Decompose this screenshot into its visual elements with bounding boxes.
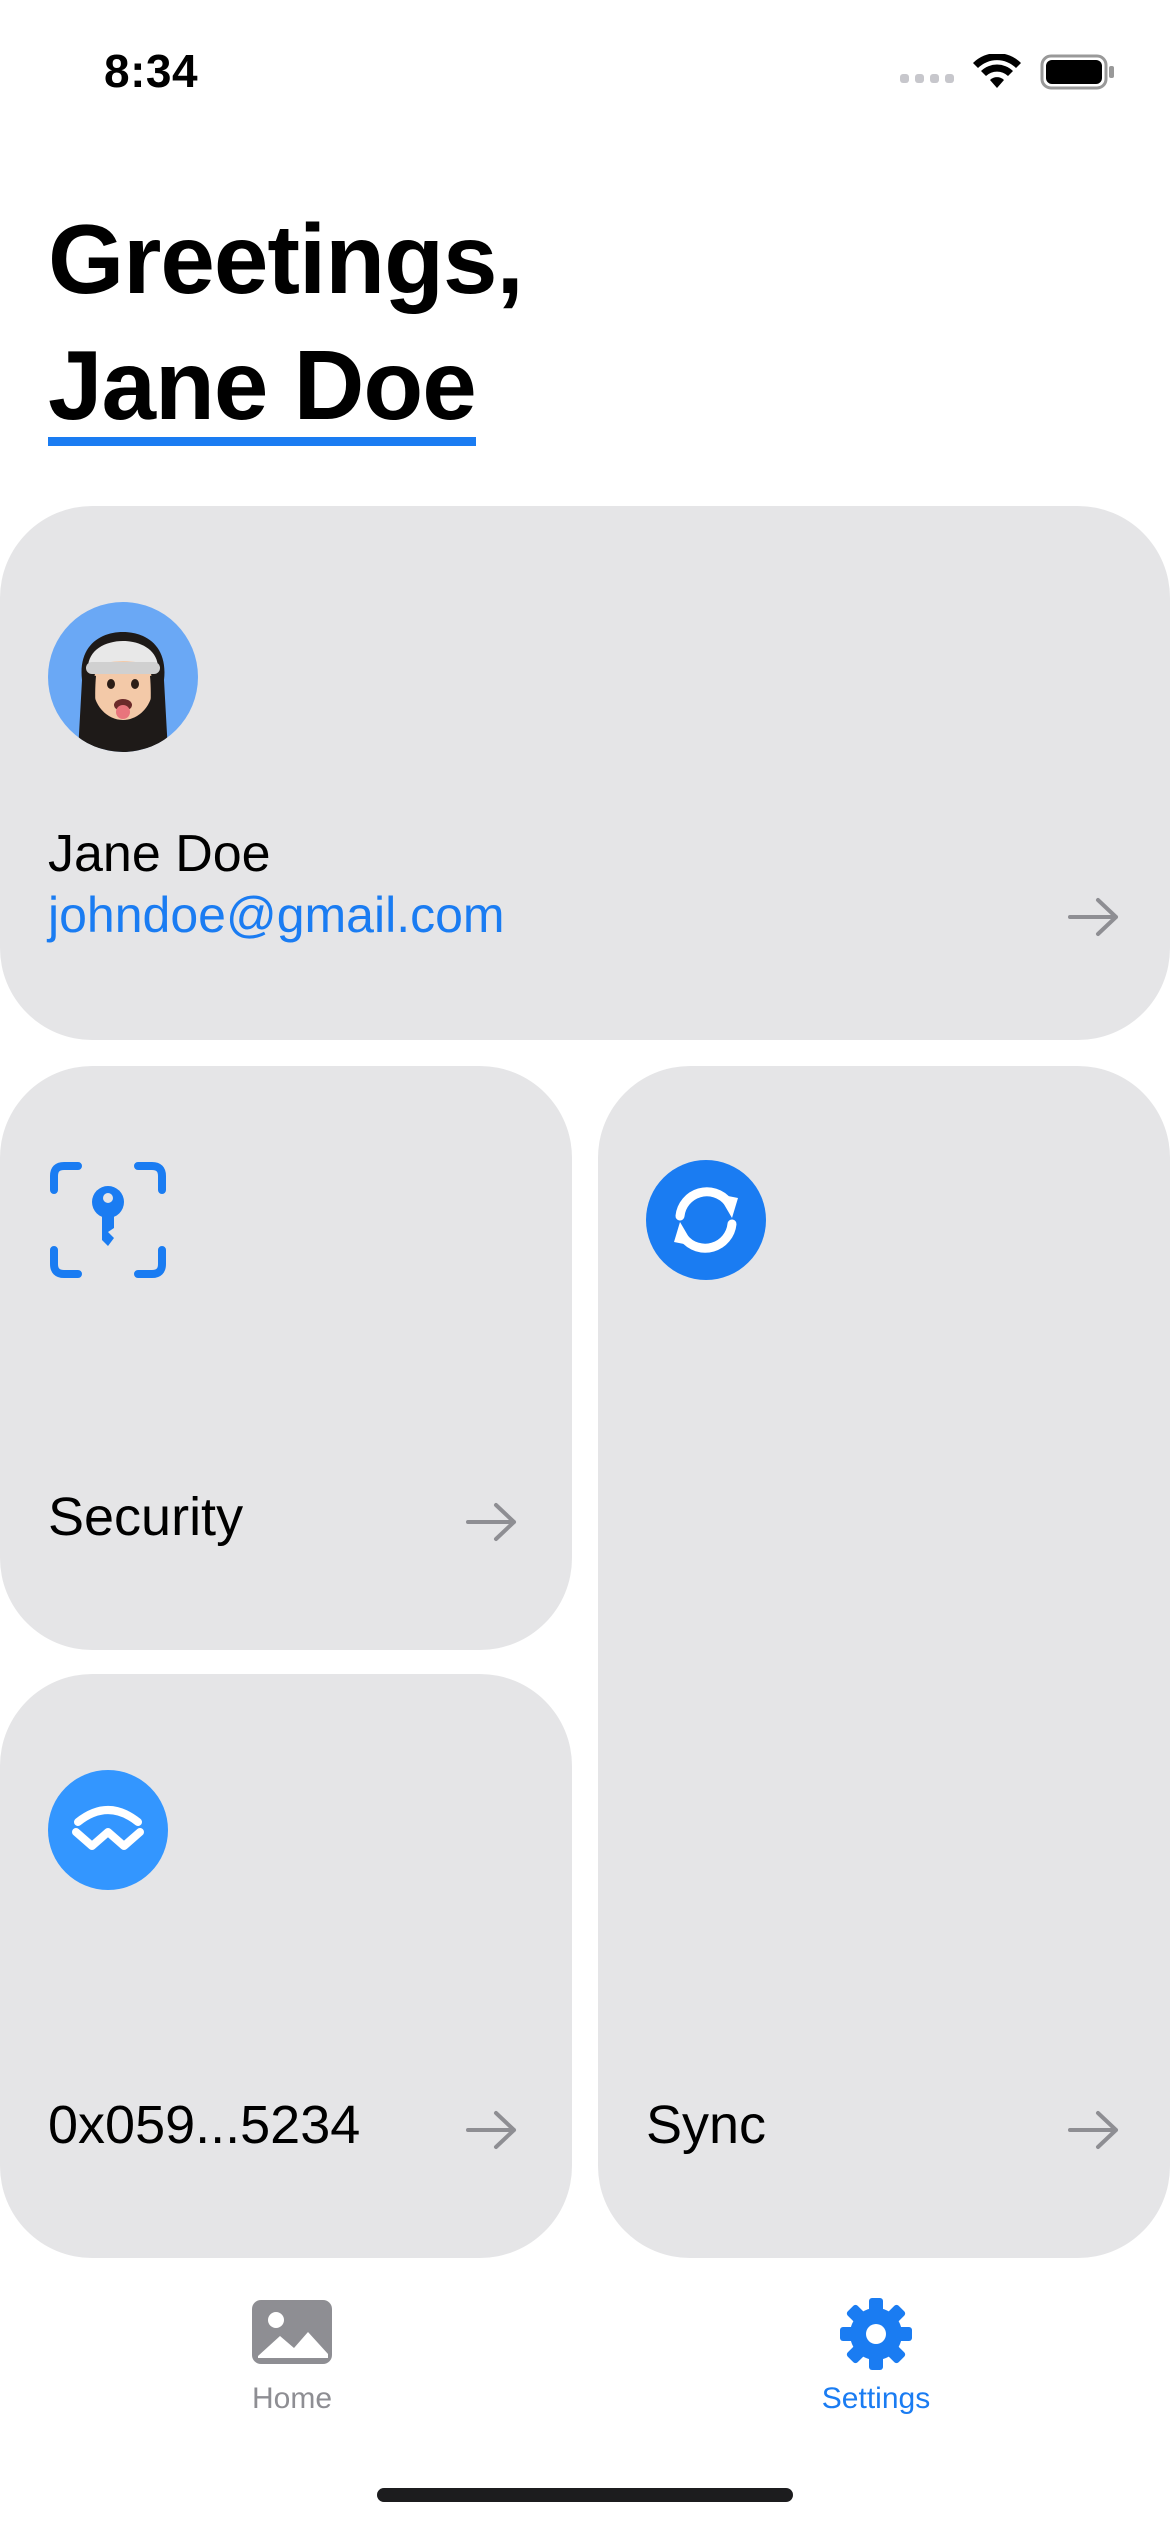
walletconnect-icon bbox=[48, 1770, 168, 1890]
sync-card[interactable]: Sync bbox=[598, 1066, 1170, 2258]
security-card[interactable]: Security bbox=[0, 1066, 572, 1650]
arrow-right-icon bbox=[466, 1503, 516, 1541]
profile-card[interactable]: Jane Doe johndoe@gmail.com bbox=[0, 506, 1170, 1040]
tab-settings-label: Settings bbox=[821, 2382, 931, 2415]
settings-screen: 8:34 Greetings, Jane Doe Jane Doe johndo… bbox=[0, 0, 1170, 2532]
gear-icon bbox=[840, 2298, 912, 2370]
arrow-right-icon bbox=[466, 2111, 516, 2149]
photo-icon bbox=[252, 2300, 332, 2364]
profile-name: Jane Doe bbox=[48, 825, 271, 883]
wifi-icon bbox=[973, 54, 1021, 88]
tab-home[interactable]: Home bbox=[192, 2296, 392, 2416]
profile-email: johndoe@gmail.com bbox=[48, 887, 505, 943]
key-scan-icon bbox=[50, 1162, 166, 1278]
signal-icon bbox=[900, 61, 954, 83]
tab-home-label: Home bbox=[251, 2382, 333, 2415]
wallet-address: 0x059...5234 bbox=[48, 2095, 361, 2155]
arrow-right-icon bbox=[1068, 898, 1118, 936]
home-indicator[interactable] bbox=[377, 2488, 793, 2502]
sync-label: Sync bbox=[646, 2095, 767, 2155]
status-icons bbox=[900, 54, 1116, 90]
security-label: Security bbox=[48, 1487, 244, 1547]
sync-icon bbox=[646, 1160, 766, 1280]
arrow-right-icon bbox=[1068, 2111, 1118, 2149]
greeting-name: Jane Doe bbox=[48, 333, 477, 446]
wallet-card[interactable]: 0x059...5234 bbox=[0, 1674, 572, 2258]
tab-settings[interactable]: Settings bbox=[776, 2296, 976, 2416]
greeting-text: Greetings, bbox=[48, 204, 524, 314]
avatar bbox=[48, 602, 198, 752]
status-time: 8:34 bbox=[104, 45, 199, 97]
battery-icon bbox=[1040, 54, 1114, 90]
greeting-heading: Greetings, Jane Doe bbox=[48, 196, 524, 448]
